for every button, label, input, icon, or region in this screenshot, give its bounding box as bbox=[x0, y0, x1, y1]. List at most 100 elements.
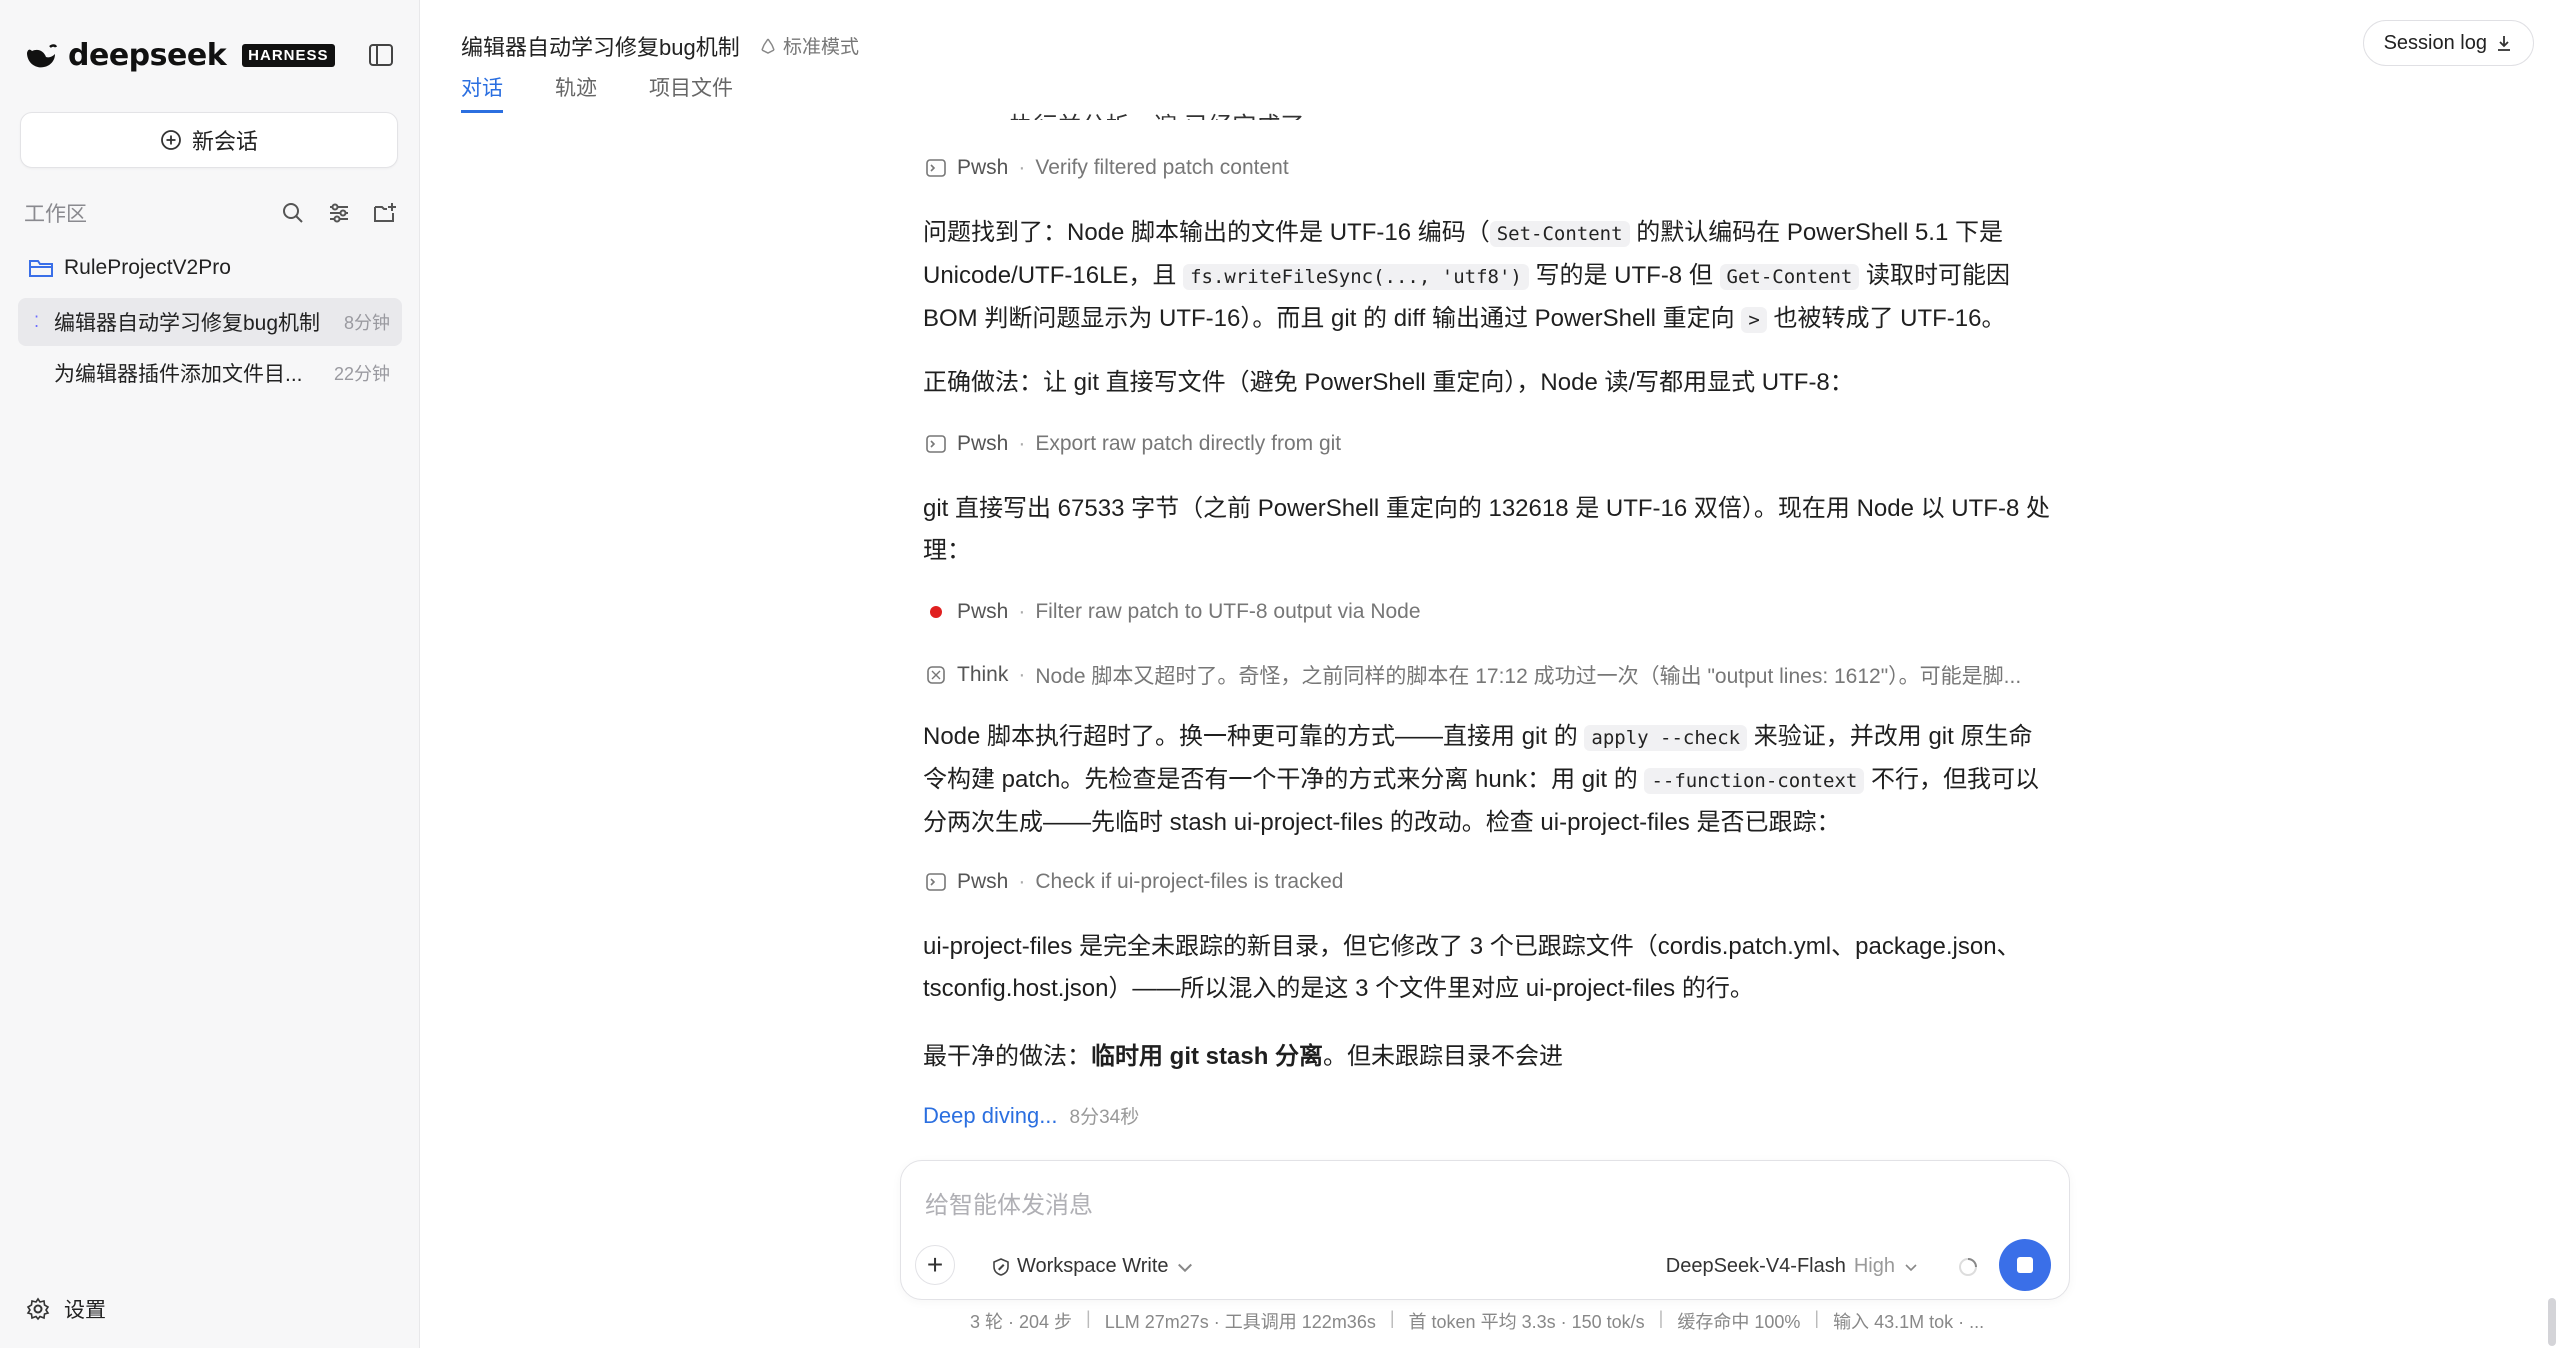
inline-code: Get-Content bbox=[1719, 264, 1860, 290]
brand-name: deepseek bbox=[68, 38, 227, 73]
search-icon[interactable] bbox=[280, 200, 306, 226]
inline-code: --function-context bbox=[1644, 768, 1865, 794]
mode-indicator[interactable]: 标准模式 bbox=[759, 32, 859, 59]
new-chat-label: 新会话 bbox=[191, 129, 258, 154]
chevron-down-icon bbox=[1177, 1263, 1192, 1272]
deep-diving-status[interactable]: Deep diving... 8分34秒 bbox=[923, 1102, 1139, 1129]
settings-button[interactable]: 设置 bbox=[26, 1294, 106, 1324]
shield-edit-icon bbox=[993, 1257, 1009, 1276]
tool-desc: Verify filtered patch content bbox=[1035, 156, 1289, 179]
tab-chat[interactable]: 对话 bbox=[461, 72, 503, 113]
model-level: High bbox=[1853, 1255, 1895, 1277]
tab-trace[interactable]: 轨迹 bbox=[555, 72, 597, 113]
gear-icon bbox=[26, 1297, 50, 1321]
separator-dot: · bbox=[1018, 870, 1026, 893]
stat-divider: | bbox=[1389, 1308, 1395, 1328]
assistant-paragraph: ui-project-files 是完全未跟踪的新目录，但它修改了 3 个已跟踪… bbox=[923, 933, 2021, 1002]
think-row[interactable]: Think · Node 脚本又超时了。奇怪，之前同样的脚本在 17:12 成功… bbox=[925, 660, 2021, 690]
tool-call-row[interactable]: Pwsh · Verify filtered patch content bbox=[925, 156, 1289, 180]
tool-kind: Pwsh bbox=[957, 870, 1009, 893]
separator-dot: · bbox=[1018, 156, 1026, 179]
stat-input-tokens: 输入 43.1M tok · ... bbox=[1833, 1312, 1985, 1332]
session-time: 22分钟 bbox=[333, 364, 390, 384]
topbar: 编辑器自动学习修复bug机制 标准模式 对话 轨迹 项目文件 Session l… bbox=[421, 0, 2560, 113]
scrollbar-thumb[interactable] bbox=[2548, 1298, 2556, 1346]
stat-divider: | bbox=[1814, 1308, 1820, 1328]
stat-divider: | bbox=[1658, 1308, 1664, 1328]
chat-title: 编辑器自动学习修复bug机制 bbox=[461, 35, 740, 60]
stat-llm-time: LLM 27m27s · 工具调用 122m36s bbox=[1104, 1312, 1376, 1332]
assistant-paragraph: 正确做法：让 git 直接写文件（避免 PowerShell 重定向），Node… bbox=[923, 369, 1854, 396]
model-selector[interactable]: DeepSeek-V4-Flash High bbox=[1666, 1255, 1919, 1278]
recycle-icon bbox=[761, 38, 775, 54]
stat-rounds: 3 轮 · 204 步 bbox=[970, 1312, 1073, 1332]
think-desc: Node 脚本又超时了。奇怪，之前同样的脚本在 17:12 成功过一次（输出 "… bbox=[1035, 665, 2022, 688]
new-chat-button[interactable]: 新会话 bbox=[20, 112, 398, 168]
sidebar-toggle-icon[interactable] bbox=[366, 40, 396, 70]
filter-sliders-icon[interactable] bbox=[326, 200, 352, 226]
stop-button[interactable] bbox=[1999, 1239, 2051, 1291]
new-folder-icon[interactable] bbox=[372, 200, 398, 226]
workspace-header: 工作区 bbox=[24, 198, 398, 228]
terminal-icon bbox=[926, 159, 946, 177]
bold-text: 临时用 git stash 分离 bbox=[1091, 1043, 1324, 1070]
deep-diving-time: 8分34秒 bbox=[1069, 1107, 1140, 1128]
tool-call-row[interactable]: Pwsh · Check if ui-project-files is trac… bbox=[925, 870, 1343, 894]
stat-divider: | bbox=[1086, 1308, 1091, 1328]
inline-code: fs.writeFileSync(..., 'utf8') bbox=[1183, 264, 1529, 290]
inline-code: Set-Content bbox=[1489, 221, 1630, 247]
error-status-icon bbox=[930, 606, 942, 618]
stats-bar: 3 轮 · 204 步 | LLM 27m27s · 工具调用 122m36s … bbox=[970, 1308, 1984, 1334]
stat-first-token: 首 token 平均 3.3s · 150 tok/s bbox=[1408, 1312, 1645, 1332]
spinner-icon bbox=[1959, 1258, 1977, 1276]
para-text: 问题找到了：Node 脚本输出的文件是 UTF-16 编码（ bbox=[923, 219, 1490, 246]
message-input[interactable]: 给智能体发消息 bbox=[925, 1185, 1093, 1220]
tool-kind: Pwsh bbox=[957, 156, 1009, 179]
deep-diving-link[interactable]: Deep diving... bbox=[923, 1103, 1058, 1129]
para-text: 也被转成了 UTF-16。 bbox=[1766, 305, 2006, 332]
session-log-button[interactable]: Session log bbox=[2362, 20, 2534, 66]
sidebar: deepseek HARNESS 新会话 工作区 RuleProjectV2Pr… bbox=[0, 0, 420, 1348]
para-text: Node 脚本执行超时了。换一种更可靠的方式——直接用 git 的 bbox=[923, 723, 1585, 750]
brand-badge: HARNESS bbox=[242, 44, 335, 67]
tool-desc: Filter raw patch to UTF-8 output via Nod… bbox=[1035, 600, 1421, 623]
para-text: 写的是 UTF-8 但 bbox=[1528, 262, 1720, 289]
tool-desc: Check if ui-project-files is tracked bbox=[1035, 870, 1344, 893]
workspace-write-label: Workspace Write bbox=[1017, 1255, 1169, 1277]
tab-bar: 对话 轨迹 项目文件 bbox=[461, 72, 733, 113]
session-title: 编辑器自动学习修复bug机制 bbox=[54, 312, 321, 335]
separator-dot: · bbox=[1018, 663, 1026, 686]
stop-square-icon bbox=[2017, 1257, 2033, 1273]
model-name: DeepSeek-V4-Flash bbox=[1665, 1255, 1846, 1277]
separator-dot: · bbox=[1018, 600, 1026, 623]
attach-plus-button[interactable]: + bbox=[915, 1245, 955, 1285]
session-item-active[interactable]: ⁚ 编辑器自动学习修复bug机制 8分钟 bbox=[18, 298, 402, 346]
chevron-down-icon bbox=[1905, 1263, 1917, 1271]
separator-dot: · bbox=[1018, 432, 1026, 455]
tab-project-files[interactable]: 项目文件 bbox=[649, 72, 733, 113]
assistant-paragraph: 最干净的做法：临时用 git stash 分离。但未跟踪目录不会进 bbox=[923, 1036, 2053, 1078]
session-item[interactable]: 为编辑器插件添加文件目... 22分钟 bbox=[18, 349, 402, 397]
whale-logo-icon bbox=[27, 43, 58, 67]
inline-code: > bbox=[1741, 307, 1767, 333]
tool-desc: Export raw patch directly from git bbox=[1035, 432, 1342, 455]
message-composer[interactable]: 给智能体发消息 + Workspace Write DeepSeek-V4-Fl… bbox=[900, 1160, 2070, 1300]
download-icon bbox=[2498, 36, 2510, 51]
mode-label: 标准模式 bbox=[783, 37, 860, 58]
tool-call-row-error[interactable]: Pwsh · Filter raw patch to UTF-8 output … bbox=[925, 600, 1421, 624]
terminal-icon bbox=[926, 873, 946, 891]
session-time: 8分钟 bbox=[343, 313, 390, 333]
workspace-write-dropdown[interactable]: Workspace Write bbox=[991, 1255, 1195, 1278]
settings-label: 设置 bbox=[64, 1299, 106, 1322]
think-kind: Think bbox=[957, 663, 1009, 686]
project-folder[interactable]: RuleProjectV2Pro bbox=[28, 256, 231, 280]
brand[interactable]: deepseek HARNESS bbox=[24, 38, 335, 73]
brain-icon bbox=[927, 666, 945, 684]
tool-call-row[interactable]: Pwsh · Export raw patch directly from gi… bbox=[925, 432, 1341, 456]
loading-dots-icon: ⁚ bbox=[34, 314, 40, 331]
para-text: 最干净的做法： bbox=[923, 1043, 1091, 1070]
session-log-label: Session log bbox=[2383, 31, 2487, 54]
assistant-paragraph: 问题找到了：Node 脚本输出的文件是 UTF-16 编码（ Set-Conten… bbox=[923, 212, 2053, 341]
para-text: 。但未跟踪目录不会进 bbox=[1323, 1043, 1564, 1070]
tool-kind: Pwsh bbox=[957, 432, 1009, 455]
